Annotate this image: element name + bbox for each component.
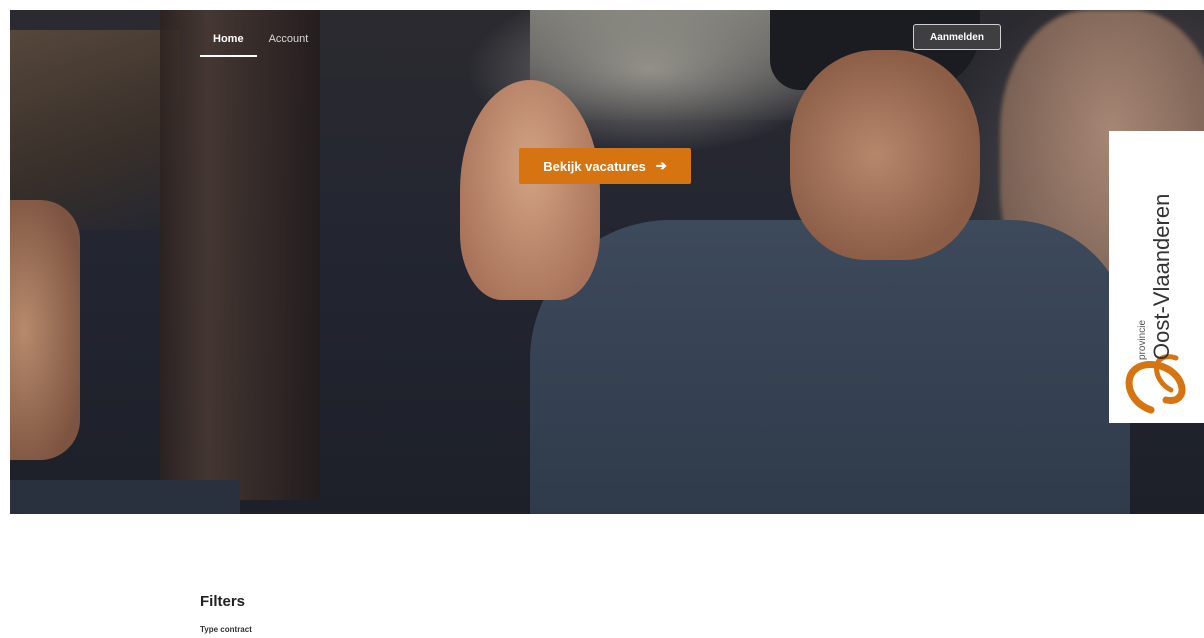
nav-item-account[interactable]: Account — [269, 33, 309, 57]
hero-person-face — [790, 50, 980, 260]
hero-person-left — [10, 200, 80, 460]
logo-prefix: provincie — [1137, 320, 1148, 360]
logo-name: Oost-Vlaanderen — [1149, 194, 1174, 360]
view-vacancies-label: Bekijk vacatures — [543, 158, 646, 174]
nav-item-home[interactable]: Home — [200, 33, 257, 57]
filters-title: Filters — [200, 593, 246, 610]
main-nav: Home Account — [200, 33, 308, 57]
type-contract-label: Type contract — [200, 625, 252, 634]
view-vacancies-button[interactable]: Bekijk vacatures ➔ — [519, 148, 691, 184]
hero-banner — [10, 10, 1204, 514]
background-curtain — [160, 10, 320, 500]
hero-person-shirt — [530, 220, 1130, 514]
oost-vlaanderen-logo: provincie Oost-Vlaanderen — [1125, 194, 1186, 414]
hero-high-five-hands — [460, 80, 600, 300]
arrow-right-icon: ➔ — [655, 158, 667, 173]
login-button[interactable]: Aanmelden — [913, 24, 1001, 50]
hero-person-left-sleeve — [10, 480, 240, 514]
